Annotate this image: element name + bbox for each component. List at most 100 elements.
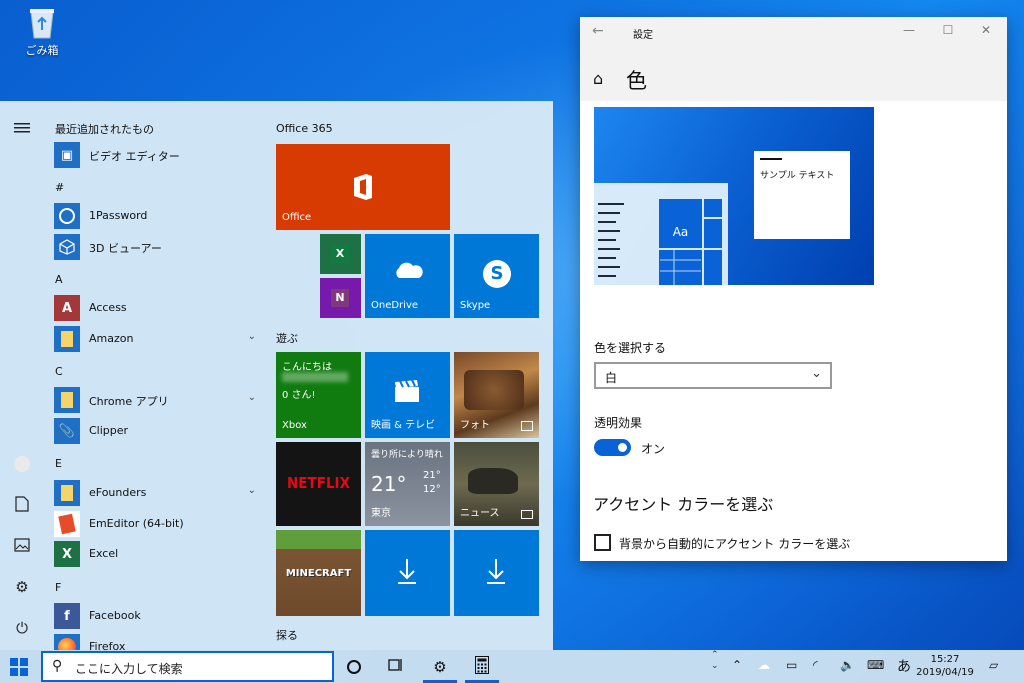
tile-minecraft[interactable]: MINECRAFT: [276, 530, 361, 616]
weather-high: 21°: [423, 470, 441, 481]
group-title-office[interactable]: Office 365: [276, 122, 333, 135]
app-label: Amazon: [89, 332, 134, 345]
tile-netflix[interactable]: NETFLIX: [276, 442, 361, 526]
task-view-icon[interactable]: [385, 656, 407, 678]
maximize-button[interactable]: ☐: [938, 23, 958, 37]
user-avatar-icon[interactable]: [12, 454, 32, 474]
tile-news[interactable]: ニュース: [454, 442, 539, 526]
page-header: ⌂ 色: [580, 47, 1007, 101]
app-firefox[interactable]: Firefox: [54, 634, 260, 650]
clapper-icon: [395, 379, 419, 405]
app-label: 3D ビューアー: [89, 242, 162, 255]
show-hidden-icons-chevron[interactable]: ⌃: [732, 658, 742, 672]
search-placeholder: ここに入力して検索: [75, 662, 183, 676]
tile-xbox[interactable]: こんにちは 0 さん! Xbox: [276, 352, 361, 438]
ime-indicator[interactable]: あ: [897, 656, 911, 676]
cloud-icon: [391, 260, 423, 283]
folder-icon: [54, 326, 80, 352]
app-label: Clipper: [89, 424, 129, 437]
tile-download-1[interactable]: [365, 530, 450, 616]
tile-label: OneDrive: [371, 300, 419, 311]
hamburger-menu-icon[interactable]: [12, 119, 32, 139]
clock[interactable]: 15:27 2019/04/19: [915, 653, 975, 679]
tile-onedrive[interactable]: OneDrive: [365, 234, 450, 318]
documents-icon[interactable]: [12, 496, 32, 516]
chevron-down-icon[interactable]: ⌄: [248, 392, 256, 403]
auto-accent-checkbox[interactable]: [594, 534, 611, 551]
titlebar: ← 設定 — ☐ ✕: [580, 17, 1007, 47]
windows-start-button[interactable]: [10, 658, 28, 676]
app-emeditor[interactable]: EmEditor (64-bit): [54, 511, 260, 537]
app-label: Chrome アプリ: [89, 395, 169, 408]
letter-header[interactable]: E: [55, 457, 62, 470]
tile-movies-tv[interactable]: 映画 & テレビ: [365, 352, 450, 438]
blurred-username: [282, 372, 348, 382]
download-icon: [397, 558, 417, 587]
app-1password[interactable]: 1Password: [54, 203, 260, 229]
app-facebook[interactable]: f Facebook: [54, 603, 260, 629]
app-chrome-apps-folder[interactable]: Chrome アプリ ⌄: [54, 387, 260, 413]
tile-download-2[interactable]: [454, 530, 539, 616]
tile-weather[interactable]: 曇り所により晴れ 21° 21° 12° 東京: [365, 442, 450, 526]
power-icon[interactable]: ⏻: [12, 618, 32, 638]
tile-office[interactable]: Office: [276, 144, 450, 230]
action-center-icon[interactable]: ▱: [989, 658, 998, 672]
color-select-dropdown[interactable]: 白 ⌄: [594, 362, 832, 389]
tile-excel-small[interactable]: X: [320, 234, 361, 274]
transparency-toggle[interactable]: [594, 439, 631, 456]
folder-icon: [54, 387, 80, 413]
tile-label: Xbox: [282, 420, 307, 431]
app-label: eFounders: [89, 486, 147, 499]
tile-label: Skype: [460, 300, 491, 311]
recycle-bin-desktop-icon[interactable]: ごみ箱: [18, 6, 66, 58]
app-access[interactable]: A Access: [54, 295, 260, 321]
color-preview: Aa サンプル テキスト: [594, 107, 874, 285]
tile-onenote-small[interactable]: N: [320, 278, 361, 318]
home-icon[interactable]: ⌂: [593, 69, 603, 88]
taskbar: ⚲ ここに入力して検索 ⚙ ⌃ ⌄ ⌃ ☁ ▭ ◜ 🔈 ⌨ あ 15:27 201…: [0, 650, 1024, 683]
battery-icon[interactable]: ▭: [786, 658, 797, 672]
tile-skype[interactable]: S Skype: [454, 234, 539, 318]
excel-icon: X: [54, 541, 80, 567]
settings-app-icon[interactable]: ⚙: [429, 656, 451, 678]
letter-header[interactable]: #: [55, 181, 64, 194]
wifi-icon[interactable]: ◜: [813, 658, 818, 672]
keyboard-icon[interactable]: ⌨: [867, 658, 884, 672]
taskbar-search-box[interactable]: ⚲ ここに入力して検索: [41, 651, 334, 682]
letter-header[interactable]: F: [55, 581, 61, 594]
group-title-play[interactable]: 遊ぶ: [276, 330, 298, 346]
volume-icon[interactable]: 🔈: [840, 658, 855, 672]
app-3d-viewer[interactable]: 3D ビューアー: [54, 234, 260, 260]
weather-condition: 曇り所により晴れ: [371, 450, 443, 460]
back-arrow-icon[interactable]: ←: [592, 23, 604, 39]
onedrive-tray-icon[interactable]: ☁: [758, 658, 770, 672]
netflix-logo: NETFLIX: [287, 474, 350, 492]
transparency-label: 透明効果: [594, 416, 643, 430]
app-amazon-folder[interactable]: Amazon ⌄: [54, 326, 260, 352]
letter-header[interactable]: C: [55, 365, 63, 378]
minimize-button[interactable]: —: [899, 23, 919, 37]
photo-badge-icon: [521, 421, 533, 431]
cortana-icon[interactable]: [343, 656, 365, 678]
settings-gear-icon[interactable]: ⚙: [12, 577, 32, 597]
close-button[interactable]: ✕: [976, 23, 996, 37]
app-excel[interactable]: X Excel: [54, 541, 260, 567]
letter-header[interactable]: A: [55, 273, 63, 286]
app-clipper[interactable]: 📎 Clipper: [54, 418, 260, 444]
onenote-icon: N: [331, 289, 349, 307]
skype-icon: S: [483, 260, 511, 288]
group-title-explore[interactable]: 探る: [276, 627, 298, 643]
auto-accent-label[interactable]: 背景から自動的にアクセント カラーを選ぶ: [619, 535, 850, 552]
app-efounders-folder[interactable]: eFounders ⌄: [54, 480, 260, 506]
calculator-icon[interactable]: [471, 656, 493, 678]
chevron-down-icon[interactable]: ⌄: [248, 331, 256, 342]
app-video-editor[interactable]: ▣ ビデオ エディター: [54, 142, 260, 168]
accent-heading: アクセント カラーを選ぶ: [593, 495, 774, 514]
taskbar-scroll-arrows[interactable]: ⌃ ⌄: [711, 650, 719, 672]
app-label: Firefox: [89, 640, 126, 650]
pictures-icon[interactable]: [12, 537, 32, 557]
tile-photos[interactable]: フォト: [454, 352, 539, 438]
clock-date: 2019/04/19: [916, 667, 974, 678]
chevron-down-icon[interactable]: ⌄: [248, 485, 256, 496]
minecraft-logo: MINECRAFT: [285, 568, 352, 579]
